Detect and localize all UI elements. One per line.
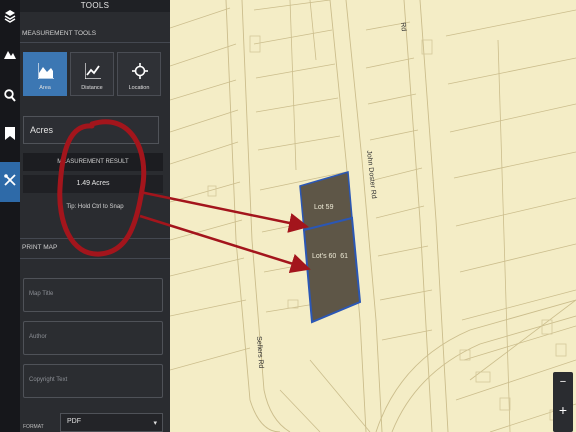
lot-59-label: Lot 59 [314, 204, 334, 211]
tools-button[interactable] [0, 162, 20, 202]
unit-select[interactable]: Acres [23, 116, 159, 144]
map-title-field[interactable]: Map Title [23, 278, 163, 312]
format-select[interactable]: PDF ▾ [60, 413, 163, 432]
divider [20, 238, 170, 239]
panel-title: TOOLS [20, 0, 170, 12]
bookmark-icon [5, 127, 15, 145]
search-button[interactable] [0, 82, 20, 114]
distance-tool-button[interactable]: Distance [70, 52, 114, 96]
tools-icon [4, 173, 16, 191]
parcel-map[interactable] [170, 0, 576, 432]
road-label-rd: Rd [399, 22, 407, 32]
tools-panel: TOOLS MEASUREMENT TOOLS Area Distance Lo… [20, 0, 170, 432]
snap-tip: Tip: Hold Ctrl to Snap [66, 204, 124, 210]
format-label: FORMAT [23, 424, 44, 430]
lots-60-61-label: Lot's 60 61 [312, 253, 348, 260]
measurement-section-title: MEASUREMENT TOOLS [22, 30, 97, 37]
zoom-out-button[interactable]: − [553, 376, 573, 388]
author-placeholder: Author [29, 334, 47, 340]
bookmarks-button[interactable] [0, 120, 20, 152]
mountain-icon [4, 47, 16, 65]
layers-icon [4, 9, 16, 28]
author-field[interactable]: Author [23, 321, 163, 355]
copyright-placeholder: Copyright Text [29, 377, 68, 383]
lots-60-61-parcel [302, 216, 362, 324]
divider [20, 258, 170, 259]
area-tool-label: Area [39, 85, 51, 91]
icon-rail [0, 0, 20, 432]
basemap-button[interactable] [0, 40, 20, 72]
map-view[interactable]: Lot 59 Lot's 60 61 John Doster Rd Seller… [170, 0, 576, 432]
chevron-down-icon: ▾ [153, 420, 157, 427]
area-tool-button[interactable]: Area [23, 52, 67, 96]
location-tool-button[interactable]: Location [117, 52, 161, 96]
distance-tool-label: Distance [81, 85, 103, 91]
search-icon [4, 89, 16, 107]
copyright-field[interactable]: Copyright Text [23, 364, 163, 398]
measurement-result-value: 1.49 Acres [23, 175, 163, 193]
zoom-in-button[interactable]: + [553, 402, 573, 418]
layers-button[interactable] [0, 2, 20, 34]
unit-select-value: Acres [30, 125, 54, 135]
measurement-result-header: MEASUREMENT RESULT [23, 153, 163, 171]
divider [20, 42, 170, 43]
print-section-title: PRINT MAP [22, 244, 58, 251]
format-select-value: PDF [67, 418, 81, 425]
zoom-control: − + [553, 372, 573, 432]
location-tool-label: Location [128, 85, 150, 91]
map-title-placeholder: Map Title [29, 291, 54, 297]
